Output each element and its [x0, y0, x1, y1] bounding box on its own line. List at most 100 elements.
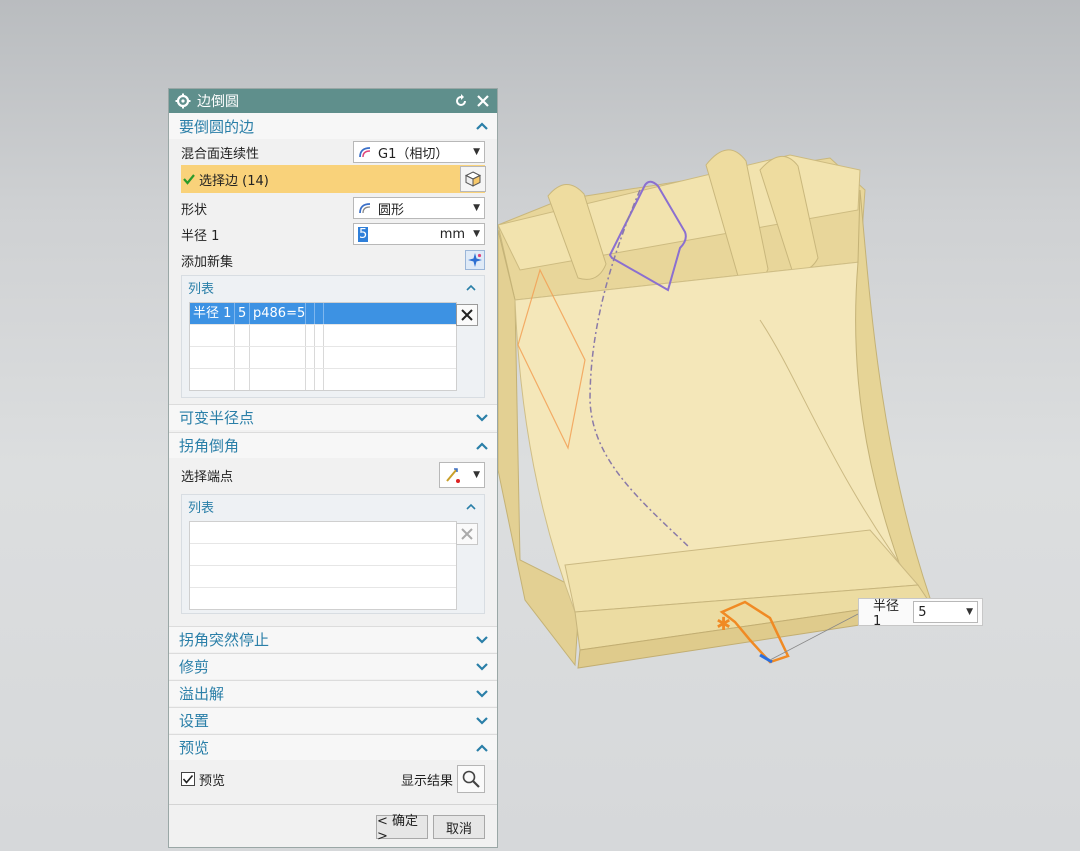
graphics-viewport[interactable]: ✱ — [0, 0, 1080, 851]
preview-row: 预览 显示结果 — [169, 760, 497, 798]
table-row[interactable] — [190, 347, 456, 369]
magnifier-icon — [462, 770, 480, 788]
remove-set-button[interactable] — [456, 304, 478, 326]
shape-row: 形状 圆形 ▼ — [169, 195, 497, 221]
floating-radius-dropdown[interactable]: 5 ▼ — [913, 601, 978, 623]
table-cell — [190, 369, 235, 390]
list-header[interactable]: 列表 — [182, 495, 484, 517]
list-header-label: 列表 — [188, 281, 215, 297]
add-new-set-button[interactable] — [465, 250, 485, 270]
table-cell — [250, 325, 306, 346]
circular-shape-icon — [359, 203, 371, 214]
edge-set-table[interactable]: 半径 1 5 p486=5 — [189, 302, 457, 391]
dropdown-arrow-icon: ▼ — [473, 203, 480, 213]
shape-dropdown[interactable]: 圆形 ▼ — [353, 197, 485, 219]
table-cell — [315, 369, 324, 390]
table-cell — [306, 325, 315, 346]
list-header[interactable]: 列表 — [182, 276, 484, 298]
shape-label: 形状 — [181, 202, 208, 218]
section-corner-setback[interactable]: 拐角倒角 — [169, 432, 497, 458]
table-cell — [306, 347, 315, 368]
section-corner-stop-title: 拐角突然停止 — [179, 631, 270, 649]
section-corner-setback-title: 拐角倒角 — [179, 437, 240, 455]
section-settings-title: 设置 — [179, 712, 210, 730]
add-set-row: 添加新集 — [169, 247, 497, 273]
table-row[interactable] — [190, 325, 456, 347]
section-overflow-title: 溢出解 — [179, 685, 225, 703]
show-result-label: 显示结果 — [400, 773, 453, 789]
table-cell: 5 — [235, 303, 250, 324]
edge-set-list-panel: 列表 半径 1 5 p486=5 — [181, 275, 485, 398]
select-edge-label: 选择边 (14) — [199, 173, 269, 189]
cancel-button[interactable]: 取消 — [433, 815, 485, 839]
table-cell — [315, 347, 324, 368]
remove-endpoint-button[interactable] — [456, 523, 478, 545]
table-cell — [190, 325, 235, 346]
table-row[interactable] — [190, 544, 456, 566]
g1-continuity-icon — [359, 147, 371, 158]
section-settings[interactable]: 设置 — [169, 707, 497, 733]
gear-icon — [175, 93, 191, 109]
continuity-label: 混合面连续性 — [181, 146, 260, 162]
select-edge-button[interactable] — [460, 166, 486, 192]
continuity-row: 混合面连续性 G1（相切） ▼ — [169, 139, 497, 165]
section-corner-stop[interactable]: 拐角突然停止 — [169, 626, 497, 652]
section-variable-radius[interactable]: 可变半径点 — [169, 404, 497, 430]
section-preview-title: 预览 — [179, 739, 210, 757]
select-endpoint-row: 选择端点 ▼ — [169, 458, 497, 492]
table-row[interactable]: 半径 1 5 p486=5 — [190, 303, 456, 325]
select-endpoint-dropdown[interactable]: ▼ — [439, 462, 485, 488]
dropdown-arrow-icon: ▼ — [473, 147, 480, 157]
radius-label: 半径 1 — [181, 228, 220, 244]
preview-checkbox[interactable] — [181, 772, 195, 786]
section-overflow[interactable]: 溢出解 — [169, 680, 497, 706]
chevron-up-icon — [466, 503, 476, 510]
preview-checkbox-label: 预览 — [199, 773, 226, 789]
chevron-down-icon — [476, 662, 488, 671]
list-header-label: 列表 — [188, 500, 215, 516]
dialog-title-bar[interactable]: 边倒圆 — [169, 89, 497, 113]
chevron-up-icon — [466, 284, 476, 291]
section-edges-to-blend[interactable]: 要倒圆的边 — [169, 113, 497, 139]
chevron-down-icon — [476, 635, 488, 644]
chevron-down-icon — [476, 689, 488, 698]
dropdown-arrow-icon: ▼ — [966, 607, 973, 617]
endpoint-table[interactable] — [189, 521, 457, 610]
table-cell — [315, 325, 324, 346]
table-cell — [306, 369, 315, 390]
continuity-dropdown[interactable]: G1（相切） ▼ — [353, 141, 485, 163]
dialog-title: 边倒圆 — [197, 94, 239, 110]
close-icon[interactable] — [475, 93, 491, 109]
table-cell — [235, 325, 250, 346]
section-trim[interactable]: 修剪 — [169, 653, 497, 679]
table-cell — [250, 347, 306, 368]
section-edges-title: 要倒圆的边 — [179, 117, 255, 136]
chevron-up-icon — [476, 441, 488, 450]
table-cell — [324, 303, 456, 324]
table-row[interactable] — [190, 588, 456, 609]
floating-radius-value: 5 — [918, 604, 927, 620]
reset-icon[interactable] — [453, 93, 469, 109]
table-row[interactable] — [190, 566, 456, 588]
table-row[interactable] — [190, 522, 456, 544]
edge-blend-dialog: 边倒圆 要倒圆的边 混合面连续性 G1（相切） ▼ 选择边 (14) 形状 圆形… — [168, 88, 498, 848]
ok-button[interactable]: < 确定 > — [376, 814, 428, 844]
select-edge-row[interactable]: 选择边 (14) — [181, 165, 486, 193]
table-cell — [306, 303, 315, 324]
chevron-up-icon — [476, 122, 488, 130]
close-icon — [461, 528, 473, 540]
section-variable-radius-title: 可变半径点 — [179, 409, 255, 427]
bucket-model-3d[interactable]: ✱ — [0, 0, 1080, 851]
radius-input[interactable]: 5 mm ▼ — [353, 223, 485, 245]
endpoint-list-panel: 列表 — [181, 494, 485, 614]
show-result-button[interactable] — [457, 765, 485, 793]
table-cell — [235, 369, 250, 390]
continuity-value: G1（相切） — [378, 146, 449, 162]
section-preview[interactable]: 预览 — [169, 734, 497, 760]
dropdown-arrow-icon: ▼ — [473, 229, 480, 239]
floating-radius-label: 半径 1 — [873, 599, 900, 629]
table-cell — [190, 347, 235, 368]
table-row[interactable] — [190, 369, 456, 390]
radius-unit: mm — [439, 226, 466, 242]
endpoint-select-icon — [446, 468, 460, 483]
